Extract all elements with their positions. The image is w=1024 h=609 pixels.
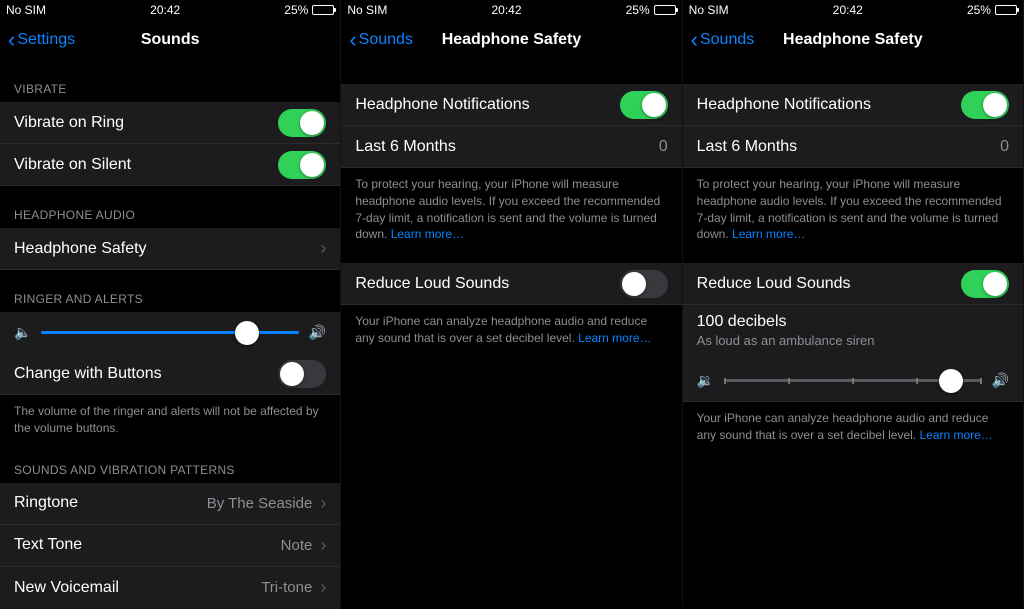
status-bar: No SIM 20:42 25% bbox=[341, 0, 681, 20]
decibel-value: 100 decibels bbox=[697, 313, 1009, 331]
section-header-ringer-alerts: Ringer and Alerts bbox=[0, 270, 340, 312]
battery-icon bbox=[995, 5, 1017, 15]
status-bar: No SIM 20:42 25% bbox=[683, 0, 1023, 20]
nav-bar: ‹ Sounds Headphone Safety bbox=[341, 20, 681, 60]
back-label: Sounds bbox=[700, 31, 754, 49]
row-label: Vibrate on Ring bbox=[14, 114, 124, 132]
row-label: Reduce Loud Sounds bbox=[355, 275, 509, 293]
decibel-description: As loud as an ambulance siren bbox=[697, 333, 1009, 348]
status-time: 20:42 bbox=[833, 3, 863, 17]
row-label: Reduce Loud Sounds bbox=[697, 275, 851, 293]
row-label: Headphone Notifications bbox=[697, 96, 871, 114]
volume-high-icon: 🔊 bbox=[309, 324, 326, 341]
battery-percent: 25% bbox=[626, 3, 650, 17]
row-vibrate-on-silent[interactable]: Vibrate on Silent bbox=[0, 144, 340, 186]
status-time: 20:42 bbox=[150, 3, 180, 17]
chevron-left-icon: ‹ bbox=[691, 29, 698, 51]
ringer-volume-slider-row: 🔈 🔊 bbox=[0, 312, 340, 353]
back-button[interactable]: ‹ Sounds bbox=[349, 29, 413, 51]
volume-high-icon: 🔊 bbox=[992, 372, 1009, 389]
carrier-text: No SIM bbox=[689, 3, 729, 17]
section-header-headphone-audio: Headphone Audio bbox=[0, 186, 340, 228]
back-button[interactable]: ‹ Settings bbox=[8, 29, 75, 51]
ringer-volume-slider[interactable] bbox=[41, 331, 298, 334]
row-label: Vibrate on Silent bbox=[14, 156, 131, 174]
row-headphone-notifications[interactable]: Headphone Notifications bbox=[683, 84, 1023, 126]
chevron-right-icon: › bbox=[320, 535, 326, 556]
learn-more-link[interactable]: Learn more… bbox=[391, 227, 464, 241]
row-label: Text Tone bbox=[14, 536, 82, 554]
back-button[interactable]: ‹ Sounds bbox=[691, 29, 755, 51]
row-value: Note bbox=[281, 537, 313, 554]
battery-icon bbox=[312, 5, 334, 15]
back-label: Settings bbox=[17, 31, 75, 49]
chevron-left-icon: ‹ bbox=[349, 29, 356, 51]
chevron-right-icon: › bbox=[320, 238, 326, 259]
volume-low-icon: 🔈 bbox=[14, 324, 31, 341]
row-value: Tri-tone bbox=[261, 579, 312, 596]
row-label: Last 6 Months bbox=[697, 138, 798, 156]
learn-more-link[interactable]: Learn more… bbox=[919, 428, 992, 442]
row-decibel-level: 100 decibels As loud as an ambulance sir… bbox=[683, 305, 1023, 360]
toggle-vibrate-on-silent[interactable] bbox=[278, 151, 326, 179]
row-reduce-loud-sounds[interactable]: Reduce Loud Sounds bbox=[683, 263, 1023, 305]
row-headphone-notifications[interactable]: Headphone Notifications bbox=[341, 84, 681, 126]
volume-low-icon: 🔉 bbox=[697, 372, 714, 389]
learn-more-link[interactable]: Learn more… bbox=[578, 331, 651, 345]
row-label: Headphone Notifications bbox=[355, 96, 529, 114]
row-ringtone[interactable]: Ringtone By The Seaside › bbox=[0, 483, 340, 525]
toggle-reduce-loud-sounds[interactable] bbox=[961, 270, 1009, 298]
row-last-6-months[interactable]: Last 6 Months 0 bbox=[341, 126, 681, 168]
carrier-text: No SIM bbox=[347, 3, 387, 17]
row-value: 0 bbox=[659, 138, 668, 156]
row-value: By The Seaside bbox=[207, 495, 313, 512]
screen-headphone-safety-off: No SIM 20:42 25% ‹ Sounds Headphone Safe… bbox=[341, 0, 682, 607]
protect-footer: To protect your hearing, your iPhone wil… bbox=[683, 168, 1023, 255]
row-value: 0 bbox=[1000, 138, 1009, 156]
toggle-vibrate-on-ring[interactable] bbox=[278, 109, 326, 137]
chevron-left-icon: ‹ bbox=[8, 29, 15, 51]
back-label: Sounds bbox=[359, 31, 413, 49]
screen-headphone-safety-on: No SIM 20:42 25% ‹ Sounds Headphone Safe… bbox=[683, 0, 1024, 607]
toggle-reduce-loud-sounds[interactable] bbox=[620, 270, 668, 298]
row-vibrate-on-ring[interactable]: Vibrate on Ring bbox=[0, 102, 340, 144]
row-label: New Voicemail bbox=[14, 579, 119, 597]
row-text-tone[interactable]: Text Tone Note › bbox=[0, 525, 340, 567]
row-label: Headphone Safety bbox=[14, 240, 147, 258]
row-change-with-buttons[interactable]: Change with Buttons bbox=[0, 353, 340, 395]
protect-footer: To protect your hearing, your iPhone wil… bbox=[341, 168, 681, 255]
row-label: Last 6 Months bbox=[355, 138, 456, 156]
battery-percent: 25% bbox=[967, 3, 991, 17]
row-last-6-months[interactable]: Last 6 Months 0 bbox=[683, 126, 1023, 168]
row-reduce-loud-sounds[interactable]: Reduce Loud Sounds bbox=[341, 263, 681, 305]
decibel-slider-row: 🔉 🔊 bbox=[683, 360, 1023, 402]
reduce-footer: Your iPhone can analyze headphone audio … bbox=[341, 305, 681, 359]
row-new-voicemail[interactable]: New Voicemail Tri-tone › bbox=[0, 567, 340, 609]
learn-more-link[interactable]: Learn more… bbox=[732, 227, 805, 241]
row-label: Ringtone bbox=[14, 494, 78, 512]
screen-sounds: No SIM 20:42 25% ‹ Settings Sounds Vibra… bbox=[0, 0, 341, 607]
row-label: Change with Buttons bbox=[14, 365, 162, 383]
status-time: 20:42 bbox=[491, 3, 521, 17]
chevron-right-icon: › bbox=[320, 577, 326, 598]
section-header-vibrate: Vibrate bbox=[0, 60, 340, 102]
reduce-footer: Your iPhone can analyze headphone audio … bbox=[683, 402, 1023, 456]
toggle-headphone-notifications[interactable] bbox=[620, 91, 668, 119]
carrier-text: No SIM bbox=[6, 3, 46, 17]
nav-bar: ‹ Sounds Headphone Safety bbox=[683, 20, 1023, 60]
status-bar: No SIM 20:42 25% bbox=[0, 0, 340, 20]
chevron-right-icon: › bbox=[320, 493, 326, 514]
nav-bar: ‹ Settings Sounds bbox=[0, 20, 340, 60]
battery-icon bbox=[654, 5, 676, 15]
toggle-headphone-notifications[interactable] bbox=[961, 91, 1009, 119]
battery-percent: 25% bbox=[284, 3, 308, 17]
section-header-sounds-patterns: Sounds and Vibration Patterns bbox=[0, 449, 340, 483]
ringer-footer-text: The volume of the ringer and alerts will… bbox=[0, 395, 340, 449]
decibel-slider[interactable] bbox=[724, 379, 981, 382]
toggle-change-with-buttons[interactable] bbox=[278, 360, 326, 388]
row-headphone-safety[interactable]: Headphone Safety › bbox=[0, 228, 340, 270]
